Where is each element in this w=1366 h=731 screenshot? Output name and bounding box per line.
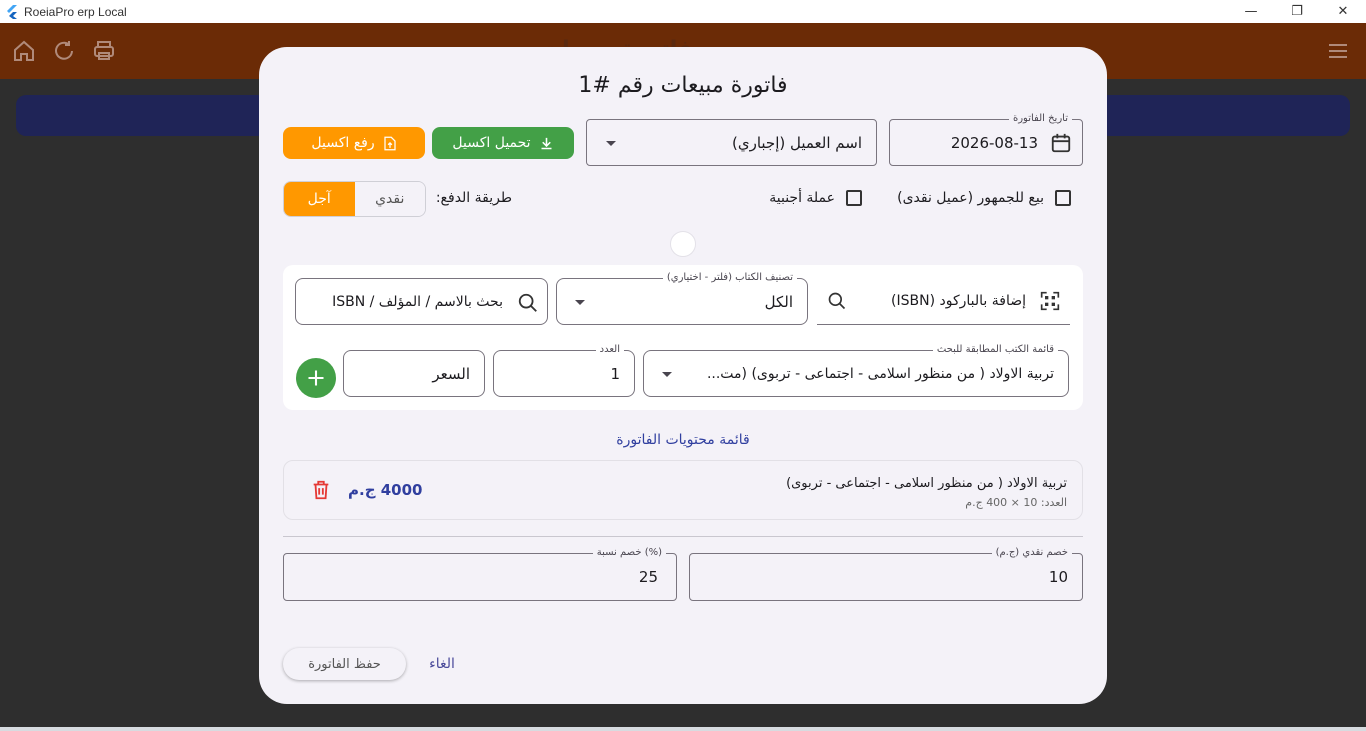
price-input[interactable]: السعر [343, 350, 485, 397]
dialog-title: فاتورة مبيعات رقم #1 [578, 73, 788, 98]
items-section-title: قائمة محتويات الفاتورة [616, 432, 750, 448]
item-total: 4000 ج.م [348, 481, 423, 499]
search-input[interactable]: بحث بالاسم / المؤلف / ISBN [295, 278, 548, 325]
book-list-value: تربية الاولاد ( من منظور اسلامى - اجتماع… [706, 365, 1054, 382]
background-strip [0, 727, 1366, 731]
book-list-dropdown[interactable]: قائمة الكتب المطابقة للبحث تربية الاولاد… [643, 343, 1069, 397]
loading-indicator [670, 231, 696, 257]
refresh-icon[interactable] [52, 39, 76, 63]
search-icon [828, 292, 846, 310]
plus-icon [308, 370, 324, 386]
barcode-placeholder: إضافة بالباركود (ISBN) [891, 292, 1026, 309]
chevron-down-icon [575, 300, 585, 305]
menu-icon[interactable] [1326, 39, 1350, 63]
upload-excel-label: رفع اكسيل [311, 135, 375, 151]
divider [283, 536, 1083, 537]
quantity-value: 1 [610, 364, 620, 383]
file-upload-icon [384, 136, 396, 150]
public-sale-label: بيع للجمهور (عميل نقدى) [897, 190, 1044, 206]
add-item-panel: إضافة بالباركود (ISBN) تصنيف الكتاب (فلت… [283, 265, 1083, 410]
quantity-input[interactable]: العدد 1 [493, 343, 635, 397]
flutter-logo-icon [7, 4, 17, 19]
save-invoice-button[interactable]: حفظ الفاتورة [283, 648, 406, 680]
cash-discount-value: 10 [1048, 568, 1068, 586]
calendar-icon [1051, 133, 1071, 153]
foreign-currency-label: عملة أجنبية [769, 190, 835, 206]
qr-scan-icon [1040, 291, 1060, 311]
invoice-date-value: 2026-08-13 [950, 133, 1038, 152]
item-name: تربية الاولاد ( من منظور اسلامى - اجتماع… [786, 476, 1067, 491]
cash-discount-input[interactable]: خصم نقدي (ج.م) 10 [689, 546, 1083, 601]
payment-option-cash[interactable]: نقدي [354, 182, 425, 216]
print-icon[interactable] [92, 39, 116, 63]
customer-value: اسم العميل (إجباري) [731, 133, 862, 152]
minimize-icon: — [1244, 4, 1258, 19]
public-sale-checkbox[interactable] [1055, 190, 1071, 206]
add-item-button[interactable] [296, 358, 336, 398]
close-window-button[interactable]: ✕ [1320, 0, 1366, 23]
trash-icon[interactable] [310, 479, 332, 501]
payment-option-credit[interactable]: آجل [284, 182, 355, 216]
category-value: الكل [764, 292, 793, 311]
sales-invoice-dialog: فاتورة مبيعات رقم #1 تاريخ الفاتورة 2026… [259, 47, 1107, 704]
search-icon [518, 293, 537, 312]
download-excel-button[interactable]: تحميل اكسيل [432, 127, 574, 159]
invoice-date-field[interactable]: تاريخ الفاتورة 2026-08-13 [889, 112, 1083, 166]
cancel-button[interactable]: الغاء [419, 648, 465, 680]
payment-method-label: طريقة الدفع: [435, 190, 512, 206]
foreign-currency-checkbox[interactable] [846, 190, 862, 206]
search-placeholder: بحث بالاسم / المؤلف / ISBN [332, 293, 503, 310]
chevron-down-icon [606, 141, 616, 146]
home-icon[interactable] [12, 39, 36, 63]
barcode-input[interactable]: إضافة بالباركود (ISBN) [817, 277, 1070, 325]
percent-discount-value: 25 [638, 568, 658, 586]
window-title: RoeiaPro erp Local [24, 4, 127, 19]
close-icon: ✕ [1337, 4, 1349, 19]
payment-method-toggle: آجل نقدي [283, 181, 426, 217]
window-titlebar: RoeiaPro erp Local — ❐ ✕ [0, 0, 1366, 23]
restore-icon: ❐ [1291, 4, 1303, 19]
upload-excel-button[interactable]: رفع اكسيل [283, 127, 425, 159]
restore-button[interactable]: ❐ [1274, 0, 1320, 23]
percent-discount-input[interactable]: خصم نسبة (%) 25 [283, 546, 677, 601]
download-excel-label: تحميل اكسيل [452, 135, 531, 151]
category-dropdown[interactable]: تصنيف الكتاب (فلتر - اختياري) الكل [556, 271, 808, 325]
minimize-button[interactable]: — [1228, 0, 1274, 23]
item-quantity-text: العدد: 10 × 400 ج.م [965, 496, 1067, 509]
chevron-down-icon [662, 372, 672, 377]
price-placeholder: السعر [432, 364, 470, 383]
download-icon [541, 137, 552, 149]
invoice-item: تربية الاولاد ( من منظور اسلامى - اجتماع… [283, 460, 1083, 520]
customer-dropdown[interactable]: اسم العميل (إجباري) [586, 119, 877, 166]
